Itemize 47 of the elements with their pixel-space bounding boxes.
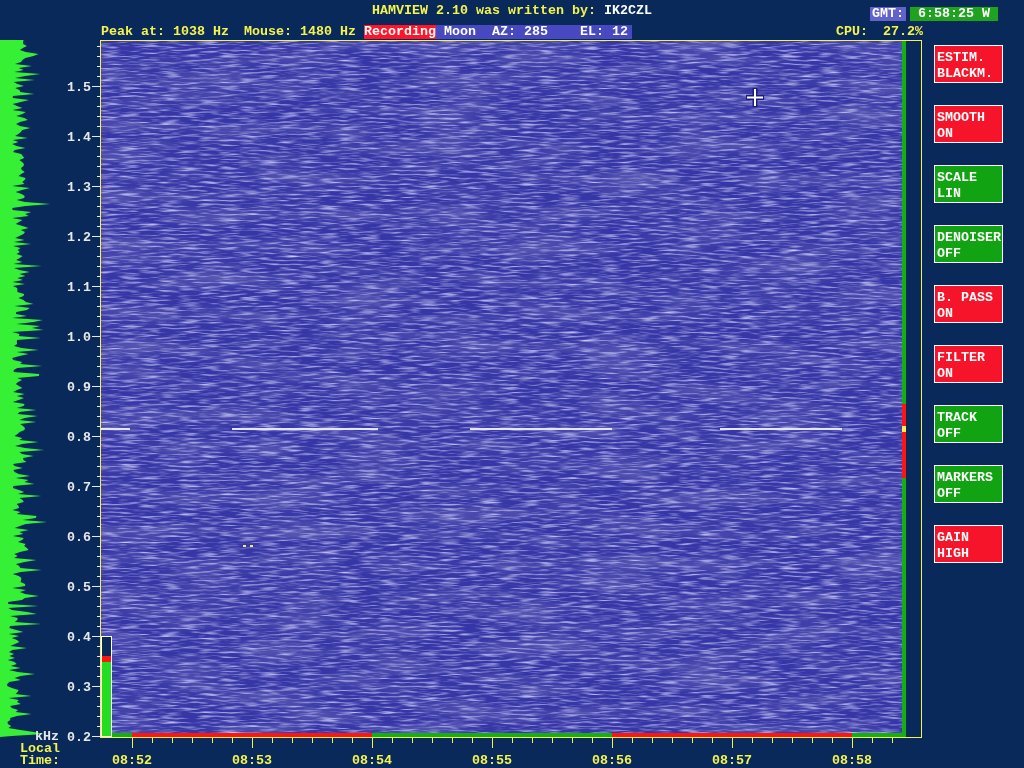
frequency-unit-label: kHz [35, 729, 59, 744]
clock-time: 6:58:25 W [910, 7, 998, 21]
moon-label: Moon [443, 24, 476, 39]
frequency-label: 0.4 [67, 630, 91, 645]
author-callsign: IK2CZL [603, 4, 652, 18]
clock-label: GMT: [870, 7, 906, 21]
setting-toggle-button[interactable]: SMOOTH ON [934, 105, 1003, 143]
cpu-value: 27.2% [882, 24, 923, 39]
time-label: 08:57 [712, 753, 752, 768]
setting-toggle-button[interactable]: B. PASS ON [934, 285, 1003, 323]
setting-toggle-button[interactable]: FILTER ON [934, 345, 1003, 383]
recording-indicator: Recording [363, 24, 436, 39]
time-label: 08:58 [832, 753, 872, 768]
time-label: 08:56 [592, 753, 632, 768]
crosshair-cursor-icon [746, 88, 764, 107]
setting-toggle-button[interactable]: ESTIM. BLACKM. [934, 45, 1003, 83]
frequency-label: 0.5 [67, 580, 91, 595]
setting-toggle-button[interactable]: TRACK OFF [934, 405, 1003, 443]
peak-frequency-readout: Peak at: 1038 Hz [101, 24, 229, 39]
frequency-label: 1.0 [67, 330, 91, 345]
azimuth-label: AZ: [491, 24, 516, 39]
setting-toggle-button[interactable]: SCALE LIN [934, 165, 1003, 203]
frequency-label: 1.4 [67, 130, 91, 145]
frequency-label: 1.5 [67, 80, 91, 95]
frequency-label: 0.3 [67, 680, 91, 695]
app-title: HAMVIEW 2.10 was written by: [372, 4, 596, 18]
setting-toggle-button[interactable]: DENOISER OFF [934, 225, 1003, 263]
setting-toggle-button[interactable]: MARKERS OFF [934, 465, 1003, 503]
cpu-label: CPU: [835, 24, 868, 39]
time-axis-title: Local Time: [20, 741, 60, 768]
mouse-frequency-readout: Mouse: 1480 Hz [244, 24, 356, 39]
frequency-label: 1.2 [67, 230, 91, 245]
azimuth-value: 285 [523, 24, 548, 39]
elevation-value: 12 [611, 24, 628, 39]
setting-toggle-button[interactable]: GAIN HIGH [934, 525, 1003, 563]
frequency-label: 0.2 [67, 730, 91, 745]
frequency-label: 0.9 [67, 380, 91, 395]
elevation-label: EL: [579, 24, 604, 39]
frequency-label: 0.7 [67, 480, 91, 495]
frequency-label: 1.3 [67, 180, 91, 195]
time-label: 08:55 [472, 753, 512, 768]
frequency-label: 1.1 [67, 280, 91, 295]
time-label: 08:53 [232, 753, 272, 768]
time-label: 08:54 [352, 753, 392, 768]
frequency-label: 0.6 [67, 530, 91, 545]
frequency-label: 0.8 [67, 430, 91, 445]
time-label: 08:52 [112, 753, 152, 768]
